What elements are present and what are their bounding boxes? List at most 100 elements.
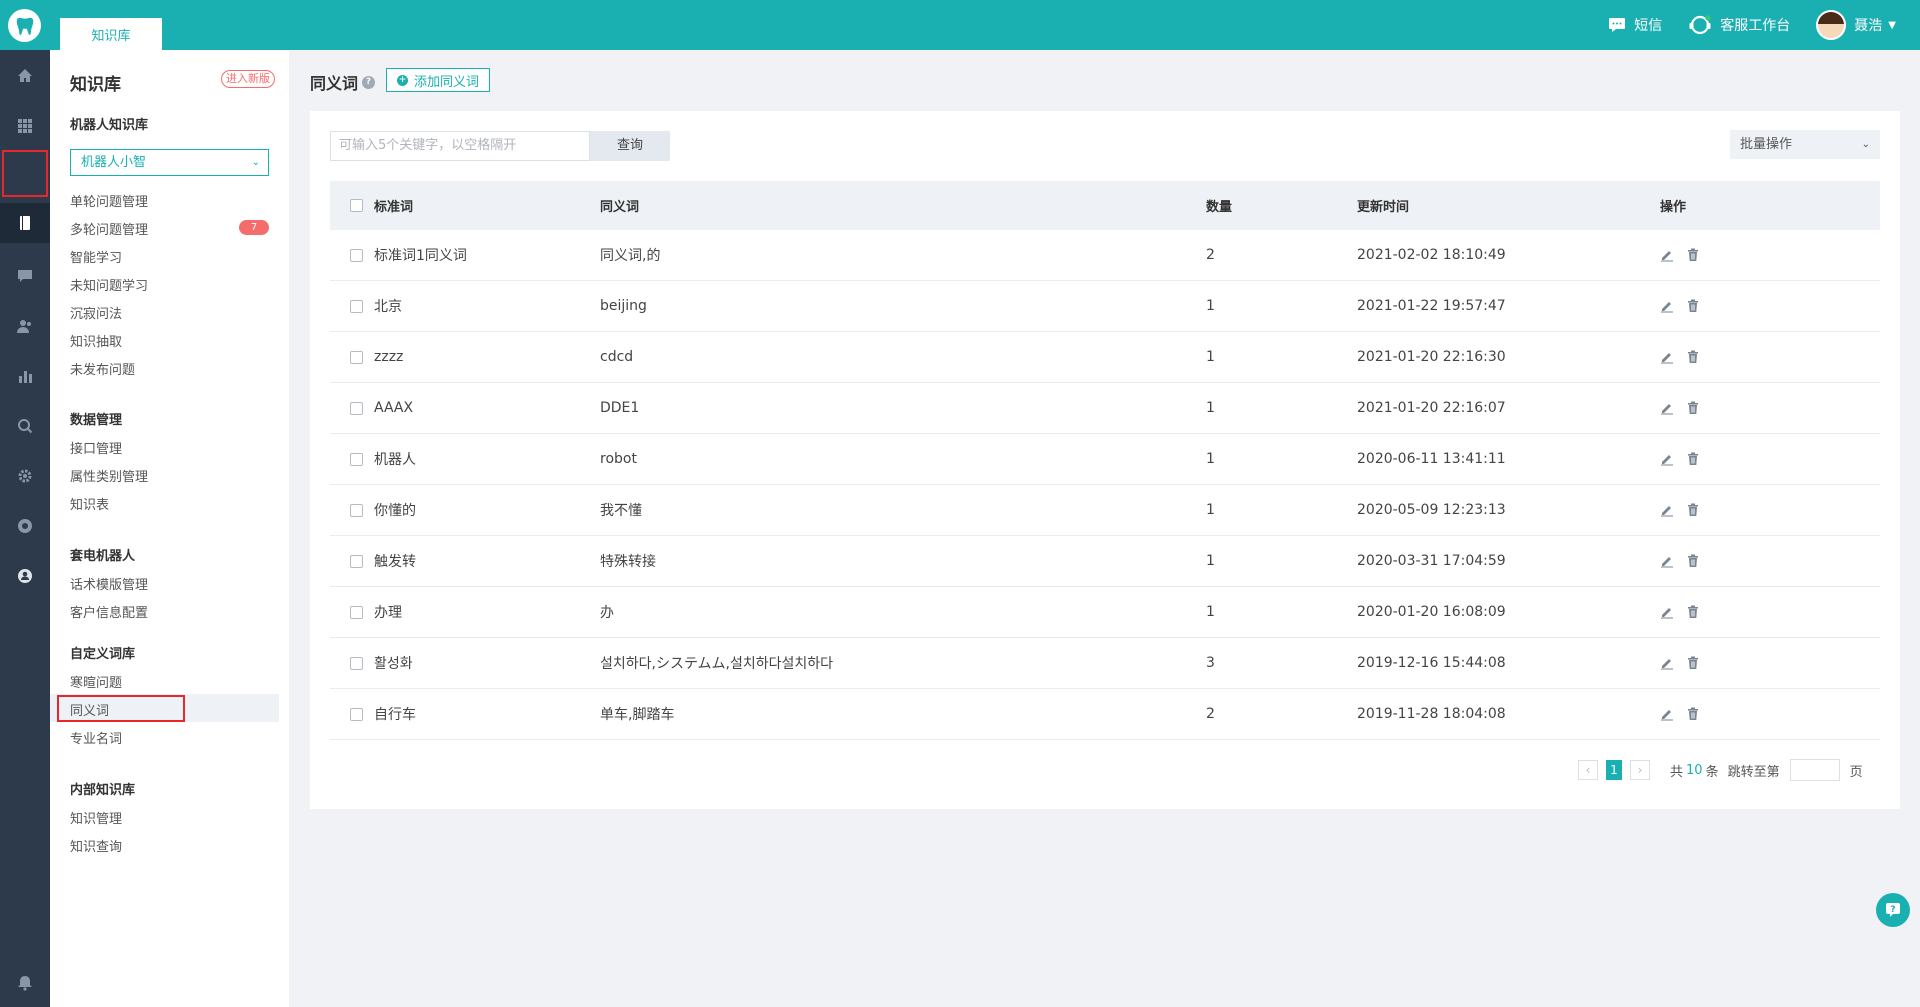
select-all-checkbox[interactable] <box>350 181 363 230</box>
cell-actions <box>1660 587 1712 637</box>
sidebar-item-knowledge-table[interactable]: 知识表 <box>70 494 109 513</box>
trash-icon[interactable] <box>1686 248 1700 262</box>
sidebar-item-knowledge-management[interactable]: 知识管理 <box>70 808 122 827</box>
workbench-link[interactable]: 客服工作台 <box>1688 14 1790 36</box>
edit-icon[interactable] <box>1660 452 1674 466</box>
row-checkbox[interactable] <box>350 383 363 433</box>
jump-page-input[interactable] <box>1789 759 1840 781</box>
prev-page-button[interactable]: ‹ <box>1578 760 1598 780</box>
sidebar-item-greetings[interactable]: 寒暄问题 <box>70 672 122 691</box>
sidebar-item-unpublished[interactable]: 未发布问题 <box>70 359 135 378</box>
rail-knowledge[interactable] <box>0 203 50 243</box>
trash-icon[interactable] <box>1686 554 1700 568</box>
sidebar-item-multi-round[interactable]: 多轮问题管理 <box>70 219 148 238</box>
edit-icon[interactable] <box>1660 656 1674 670</box>
add-synonym-button[interactable]: + 添加同义词 <box>386 68 491 92</box>
trash-icon[interactable] <box>1686 299 1700 313</box>
row-checkbox[interactable] <box>350 587 363 637</box>
sidebar-item-knowledge-extract[interactable]: 知识抽取 <box>70 331 122 350</box>
sidebar-item-knowledge-query[interactable]: 知识查询 <box>70 836 122 855</box>
row-checkbox[interactable] <box>350 332 363 382</box>
trash-icon[interactable] <box>1686 401 1700 415</box>
plus-circle-icon: + <box>397 74 408 86</box>
new-version-link[interactable]: 进入新版 <box>221 70 275 88</box>
rail-home[interactable] <box>0 56 50 96</box>
app-logo[interactable] <box>8 9 41 42</box>
table-row: 自行车 单车,脚踏车 2 2019-11-28 18:04:08 <box>330 689 1880 740</box>
batch-operations-select[interactable]: 批量操作 ⌄ <box>1730 130 1880 159</box>
rail-notifications[interactable] <box>0 963 50 1003</box>
rail-users[interactable] <box>0 306 50 346</box>
cell-actions <box>1660 434 1712 484</box>
row-checkbox[interactable] <box>350 689 363 739</box>
book-icon <box>20 216 30 230</box>
tooth-icon <box>16 17 33 35</box>
cell-actions <box>1660 485 1712 535</box>
sidebar-item-api[interactable]: 接口管理 <box>70 438 122 457</box>
group-custom-dictionary: 自定义词库 <box>70 647 136 662</box>
workbench-label: 客服工作台 <box>1720 18 1791 34</box>
cell-standard-word: 활성화 <box>374 656 413 672</box>
cell-updated: 2020-01-20 16:08:09 <box>1357 604 1506 620</box>
cell-synonyms: 特殊转接 <box>600 554 656 570</box>
help-icon[interactable]: ? <box>362 75 376 89</box>
account-icon <box>18 569 32 583</box>
header-actions: 操作 <box>1660 200 1687 215</box>
rail-settings[interactable] <box>0 456 50 496</box>
search-input[interactable]: 可输入5个关键字，以空格隔开 <box>330 131 590 161</box>
sms-link[interactable]: 短信 <box>1608 15 1662 35</box>
cell-actions <box>1660 689 1712 739</box>
rail-chat[interactable] <box>0 256 50 296</box>
cell-updated: 2021-01-20 22:16:07 <box>1357 400 1506 416</box>
rail-apps[interactable] <box>0 106 50 146</box>
row-checkbox[interactable] <box>350 434 363 484</box>
next-page-button[interactable]: › <box>1630 760 1650 780</box>
edit-icon[interactable] <box>1660 299 1674 313</box>
main-card: 可输入5个关键字，以空格隔开 查询 批量操作 ⌄ 标准词 同义词 数量 更新时间… <box>310 111 1900 809</box>
row-checkbox[interactable] <box>350 281 363 331</box>
group-call-robot: 套电机器人 <box>70 549 136 564</box>
gear-icon <box>18 469 32 483</box>
trash-icon[interactable] <box>1686 452 1700 466</box>
trash-icon[interactable] <box>1686 605 1700 619</box>
sidebar-item-single-round[interactable]: 单轮问题管理 <box>70 191 148 210</box>
user-menu[interactable]: 聂浩 ▼ <box>1816 10 1896 40</box>
search-button[interactable]: 查询 <box>590 131 670 161</box>
sidebar-item-terminology[interactable]: 专业名词 <box>70 728 122 747</box>
row-checkbox[interactable] <box>350 536 363 586</box>
trash-icon[interactable] <box>1686 350 1700 364</box>
sidebar-item-script-template[interactable]: 话术模版管理 <box>70 574 148 593</box>
row-checkbox[interactable] <box>350 230 363 280</box>
sidebar-item-unknown-learning[interactable]: 未知问题学习 <box>70 275 148 294</box>
sidebar-item-customer-info[interactable]: 客户信息配置 <box>70 602 148 621</box>
row-checkbox[interactable] <box>350 485 363 535</box>
trash-icon[interactable] <box>1686 503 1700 517</box>
edit-icon[interactable] <box>1660 248 1674 262</box>
robot-select[interactable]: 机器人小智 ⌄ <box>70 149 269 176</box>
rail-search[interactable] <box>0 406 50 446</box>
trash-icon[interactable] <box>1686 707 1700 721</box>
sidebar-item-smart-learning[interactable]: 智能学习 <box>70 247 122 266</box>
sidebar-item-silent-questions[interactable]: 沉寂问法 <box>70 303 122 322</box>
trash-icon[interactable] <box>1686 656 1700 670</box>
table-row: 北京 beijing 1 2021-01-22 19:57:47 <box>330 281 1880 332</box>
cell-count: 2 <box>1206 706 1215 722</box>
cell-synonyms: cdcd <box>600 349 634 365</box>
cell-synonyms: 同义词,的 <box>600 248 661 264</box>
row-checkbox[interactable] <box>350 638 363 688</box>
header-synonyms: 同义词 <box>600 200 640 215</box>
rail-account[interactable] <box>0 556 50 596</box>
sidebar-item-attribute[interactable]: 属性类别管理 <box>70 466 148 485</box>
rail-stats[interactable] <box>0 356 50 396</box>
tab-knowledge-base[interactable]: 知识库 <box>60 18 162 50</box>
edit-icon[interactable] <box>1660 554 1674 568</box>
edit-icon[interactable] <box>1660 605 1674 619</box>
edit-icon[interactable] <box>1660 707 1674 721</box>
rail-robot[interactable] <box>0 506 50 546</box>
edit-icon[interactable] <box>1660 350 1674 364</box>
floating-help-button[interactable]: ? <box>1876 893 1910 927</box>
cell-synonyms: robot <box>600 451 637 467</box>
edit-icon[interactable] <box>1660 503 1674 517</box>
current-page[interactable]: 1 <box>1606 760 1622 780</box>
edit-icon[interactable] <box>1660 401 1674 415</box>
